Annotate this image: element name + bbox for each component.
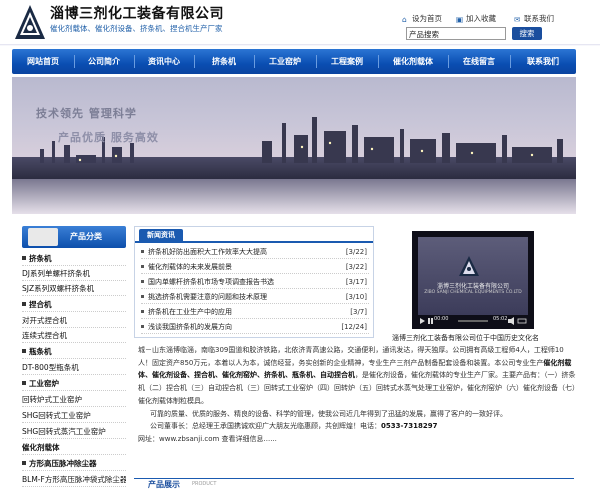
video-caption: 淄博三剂化工装备有限公司位于中国历史文化名 xyxy=(392,334,539,342)
bullet-icon xyxy=(22,349,26,353)
nav-catalyst-carrier[interactable]: 催化剂载体 xyxy=(378,49,448,74)
nav-about[interactable]: 公司简介 xyxy=(74,49,134,74)
sidebar-item-extruder[interactable]: 挤条机 xyxy=(22,252,126,266)
bullet-icon xyxy=(141,325,144,328)
nav-home[interactable]: 网站首页 xyxy=(12,49,74,74)
site-header: 淄博三剂化工装备有限公司 催化剂载体、催化剂设备、挤条机、捏合机生产厂家 ⌂ 设为… xyxy=(0,0,600,46)
nav-news[interactable]: 资讯中心 xyxy=(134,49,194,74)
company-intro: 城－山东淄博临淄，南临309国道和胶济铁路，北依济青高速公路，交通便利，通讯发达… xyxy=(138,344,576,446)
home-icon: ⌂ xyxy=(402,15,407,24)
sidebar-item-shg-kiln[interactable]: SHG回转式工业窑炉 xyxy=(22,409,126,423)
sidebar-item-split-kneader[interactable]: 对开式捏合机 xyxy=(22,314,126,328)
intro-website[interactable]: 网址：www.zbsanji.com 查看详细信息...... xyxy=(138,433,576,446)
add-favorite-link[interactable]: ▣ 加入收藏 xyxy=(456,13,496,24)
play-icon xyxy=(420,318,425,324)
contact-us-link[interactable]: ✉ 联系我们 xyxy=(514,13,554,24)
sidebar-item-catalyst-carrier[interactable]: 催化剂载体 xyxy=(22,441,126,455)
news-item[interactable]: 催化剂载体的未来发展前景 [3/22] xyxy=(141,261,369,274)
products-section-header: 产品展示 PRODUCT xyxy=(134,478,574,489)
sidebar-header: 产品分类 xyxy=(22,226,126,248)
news-item[interactable]: 挤条机好防出面积大工作效率大大提高 [3/22] xyxy=(141,246,369,259)
video-time-total: 05:02 xyxy=(493,316,508,322)
category-icon xyxy=(28,228,58,246)
sidebar-item-kneader[interactable]: 捏合机 xyxy=(22,298,126,312)
sidebar-item-strip-machine[interactable]: 瓶条机 xyxy=(22,345,126,359)
sidebar-item-rotary-kiln[interactable]: 回转炉式工业窑炉 xyxy=(22,393,126,407)
video-company-name: 淄博三剂化工装备有限公司 xyxy=(436,283,509,290)
video-time-current: 00:00 xyxy=(434,316,449,322)
main-nav: 网站首页 公司简介 资讯中心 挤条机 工业窑炉 工程案例 催化剂载体 在线留言 … xyxy=(12,49,576,74)
progress-track xyxy=(458,320,488,322)
bullet-icon xyxy=(22,302,26,306)
bullet-icon xyxy=(22,381,26,385)
quick-links: ⌂ 设为首页 ▣ 加入收藏 ✉ 联系我们 xyxy=(400,13,600,25)
header-divider xyxy=(0,44,600,46)
banner-slogan-2: 产品优质 服务高效 xyxy=(58,131,159,144)
factory-skyline-image xyxy=(12,117,576,214)
mail-icon: ✉ xyxy=(514,15,521,24)
bullet-icon xyxy=(22,256,26,260)
bullet-icon xyxy=(141,280,144,283)
product-category-sidebar: 产品分类 挤条机 DJ系列单螺杆挤条机 SJZ系列双螺杆挤条机 捏合机 对开式捏… xyxy=(22,222,126,489)
nav-kiln[interactable]: 工业窑炉 xyxy=(254,49,316,74)
nav-cases[interactable]: 工程案例 xyxy=(316,49,378,74)
nav-contact[interactable]: 联系我们 xyxy=(510,49,576,74)
news-item[interactable]: 挑选挤条机需要注意的问题和技术原理 [3/10] xyxy=(141,291,369,304)
news-panel: 新闻资讯 挤条机好防出面积大工作效率大大提高 [3/22] 催化剂载体的未来发展前… xyxy=(134,226,374,338)
bullet-icon xyxy=(22,461,26,465)
company-name: 淄博三剂化工装备有限公司 xyxy=(50,6,224,22)
sidebar-item-dust-collector[interactable]: 方形高压脉冲除尘器 xyxy=(22,457,126,471)
news-item[interactable]: 浅谈我国挤条机的发展方向 [12/24] xyxy=(141,321,369,334)
hero-banner: 技术领先 管理科学 产品优质 服务高效 xyxy=(12,77,576,214)
bullet-icon xyxy=(141,310,144,313)
search-button[interactable]: 搜索 xyxy=(512,27,542,40)
sidebar-item-continuous-kneader[interactable]: 连续式捏合机 xyxy=(22,329,126,343)
bullet-icon xyxy=(141,295,144,298)
set-homepage-link[interactable]: ⌂ 设为首页 xyxy=(402,13,442,24)
sidebar-item-sjz-extruder[interactable]: SJZ系列双螺杆挤条机 xyxy=(22,282,126,296)
nav-extruder[interactable]: 挤条机 xyxy=(194,49,254,74)
pause-icon xyxy=(428,318,430,324)
video-company-name-en: ZIBO SANJI CHEMICAL EQUIPMENTS CO.LTD xyxy=(424,290,522,295)
news-tab-underline xyxy=(135,241,373,243)
sidebar-item-dj-extruder[interactable]: DJ系列单螺杆挤条机 xyxy=(22,267,126,281)
news-item[interactable]: 挤条机在工业生产中的应用 [3/7] xyxy=(141,306,369,319)
phone-number[interactable]: 0533-7318297 xyxy=(381,422,437,430)
bookmark-icon: ▣ xyxy=(456,15,464,24)
sidebar-item-shg-steam-kiln[interactable]: SHG回转式蒸汽工业窑炉 xyxy=(22,425,126,439)
products-title[interactable]: 产品展示 xyxy=(148,479,180,489)
fullscreen-icon xyxy=(517,318,527,324)
news-tab[interactable]: 新闻资讯 xyxy=(139,229,183,241)
bullet-icon xyxy=(141,250,144,253)
intro-contact: 公司董事长：总经理王承国携诚欢迎广大朋友光临惠顾，共创辉煌！电话：0533-73… xyxy=(150,422,438,431)
banner-slogan-1: 技术领先 管理科学 xyxy=(36,107,137,120)
intro-paragraph: 可靠的质量、优质的服务、精良的设备、科学的管理，使我公司近几年得到了迅猛的发展，… xyxy=(150,409,507,418)
news-item[interactable]: 国内单螺杆挤条机市场专项调查报告书选 [3/17] xyxy=(141,276,369,289)
volume-icon xyxy=(508,319,511,323)
search-input[interactable]: 产品搜索 xyxy=(406,27,506,40)
video-screen[interactable]: 淄博三剂化工装备有限公司 ZIBO SANJI CHEMICAL EQUIPME… xyxy=(418,237,528,315)
intro-paragraph: 城－山东淄博临淄，南临309国道和胶济铁路，北依济青高速公路，交通便利，通讯发达… xyxy=(138,346,576,405)
sidebar-item-kiln[interactable]: 工业窑炉 xyxy=(22,377,126,391)
bullet-icon xyxy=(141,265,144,268)
company-logo-icon[interactable] xyxy=(14,4,46,40)
nav-guestbook[interactable]: 在线留言 xyxy=(448,49,510,74)
video-player[interactable]: 淄博三剂化工装备有限公司 ZIBO SANJI CHEMICAL EQUIPME… xyxy=(412,231,534,329)
company-slogan: 催化剂载体、催化剂设备、挤条机、捏合机生产厂家 xyxy=(50,24,223,33)
sidebar-title: 产品分类 xyxy=(70,232,102,241)
sidebar-item-blm-collector[interactable]: BLM-F方形高压脉冲袋式除尘器 xyxy=(22,473,126,487)
products-title-en: PRODUCT xyxy=(192,481,217,487)
sidebar-item-dt800[interactable]: DT-800型瓶条机 xyxy=(22,361,126,375)
company-logo-icon xyxy=(459,256,479,276)
